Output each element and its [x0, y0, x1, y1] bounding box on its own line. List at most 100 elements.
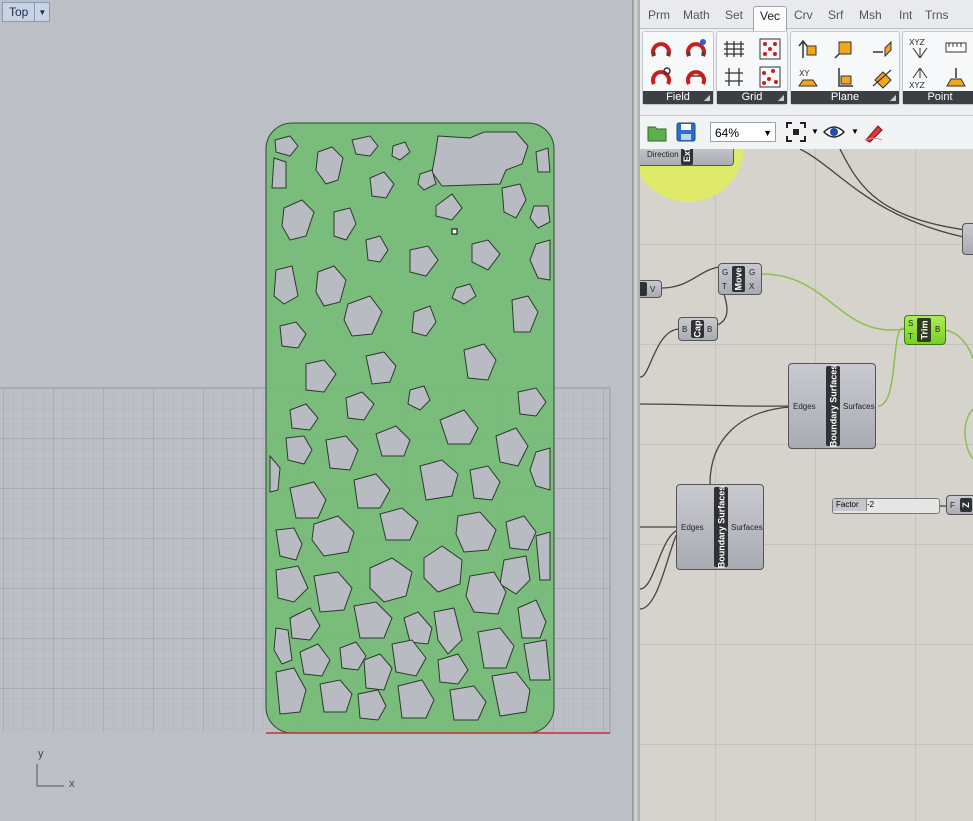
move-output-x[interactable]: X: [749, 282, 754, 291]
unit-z-core: Z: [960, 498, 972, 512]
grid-populate-2d-icon[interactable]: [757, 64, 783, 90]
move-output-g[interactable]: G: [749, 268, 755, 277]
tab-int[interactable]: Int: [899, 8, 912, 22]
grid-rectangular-icon[interactable]: [721, 64, 747, 90]
plane-construct-icon[interactable]: [831, 36, 857, 62]
ribbon-group-plane: XY Plane ◢: [790, 31, 900, 105]
move-input-t[interactable]: T: [722, 282, 727, 291]
vector-core: [640, 282, 647, 296]
factor-slider-value: -2: [867, 500, 875, 509]
tab-math[interactable]: Math: [683, 8, 710, 22]
boundary2-edges-input[interactable]: Edges: [681, 523, 704, 532]
svg-text:XYZ: XYZ: [909, 81, 925, 90]
move-component[interactable]: G T Move G X: [718, 263, 762, 295]
zoom-value: 64%: [715, 126, 740, 140]
vector-component[interactable]: V: [640, 280, 662, 298]
boundary1-core: Boundary Surfaces: [826, 364, 840, 448]
component-ribbon: Field ◢ Grid ◢ XY Plane ◢ XYZ XYZ Point: [640, 29, 973, 105]
ribbon-group-point: XYZ XYZ Point: [902, 31, 973, 105]
svg-text:XYZ: XYZ: [909, 38, 925, 47]
boundary-surfaces-component-2[interactable]: Edges Boundary Surfaces Surfaces: [676, 484, 764, 570]
viewport-menu-arrow-icon[interactable]: ▼: [34, 3, 49, 21]
axis-x-label: x: [69, 778, 75, 790]
viewport-title-label: Top: [9, 5, 29, 19]
preview-eye-icon[interactable]: [822, 120, 846, 144]
plane-normal-icon[interactable]: [869, 36, 895, 62]
plane-rotate-icon[interactable]: [869, 64, 895, 90]
cap-input-b[interactable]: B: [682, 325, 687, 334]
grid-expand-icon[interactable]: ◢: [778, 91, 784, 104]
field-spin-charge-icon[interactable]: [683, 36, 709, 62]
save-file-icon[interactable]: [674, 120, 698, 144]
point-construct-icon[interactable]: XYZ: [907, 36, 933, 62]
trim-input-s[interactable]: S: [908, 319, 913, 328]
unit-z-component[interactable]: F Z: [946, 495, 973, 515]
boundary2-core: Boundary Surfaces: [714, 485, 728, 569]
tab-msh[interactable]: Msh: [859, 8, 882, 22]
zoom-dropdown[interactable]: 64% ▼: [710, 122, 776, 142]
factor-slider-label: Factor: [833, 499, 867, 511]
field-line-charge-icon[interactable]: [648, 36, 674, 62]
tab-set[interactable]: Set: [725, 8, 743, 22]
plane-xy-icon[interactable]: [795, 36, 821, 62]
grid-populate-icon[interactable]: [757, 36, 783, 62]
ribbon-group-grid-label: Grid: [741, 91, 763, 103]
boundary-surfaces-component-1[interactable]: Edges Boundary Surfaces Surfaces: [788, 363, 876, 449]
open-file-icon[interactable]: [645, 120, 669, 144]
rhino-top-viewport[interactable]: Top ▼ y x: [0, 0, 632, 821]
ribbon-group-plane-label: Plane: [830, 91, 860, 103]
point-distance-icon[interactable]: [943, 36, 969, 62]
axis-y-label: y: [38, 748, 44, 760]
vector-output-v[interactable]: V: [650, 285, 655, 294]
move-input-g[interactable]: G: [722, 268, 728, 277]
ribbon-group-field-label: Field: [666, 91, 690, 103]
ribbon-group-grid: Grid ◢: [716, 31, 788, 105]
preview-dropdown-icon[interactable]: ▼: [851, 127, 859, 136]
tab-trns[interactable]: Trns: [925, 8, 949, 22]
factor-number-slider[interactable]: Factor -2: [832, 498, 940, 514]
zoom-extents-icon[interactable]: [784, 120, 808, 144]
cap-core: Cap: [691, 320, 704, 338]
grid-square-icon[interactable]: [721, 36, 747, 62]
tab-crv[interactable]: Crv: [794, 8, 813, 22]
cap-component[interactable]: B Cap B: [678, 317, 718, 341]
trim-input-t[interactable]: T: [908, 332, 913, 341]
trim-core: Trim: [917, 318, 931, 342]
component-tabs: Prm Math Set Vec Crv Srf Msh Int Trns: [640, 0, 973, 31]
ribbon-group-field: Field ◢: [642, 31, 714, 105]
boundary2-surfaces-output[interactable]: Surfaces: [731, 523, 763, 532]
tab-srf[interactable]: Srf: [828, 8, 843, 22]
plane-expand-icon[interactable]: ◢: [890, 91, 896, 104]
point-on-plane-icon[interactable]: [943, 64, 969, 90]
trim-component[interactable]: S T Trim B: [904, 315, 946, 345]
viewport-title[interactable]: Top ▼: [2, 2, 51, 22]
field-expand-icon[interactable]: ◢: [704, 91, 710, 104]
boundary1-surfaces-output[interactable]: Surfaces: [843, 402, 875, 411]
zoom-extents-dropdown-icon[interactable]: ▼: [811, 127, 819, 136]
boundary1-edges-input[interactable]: Edges: [793, 402, 816, 411]
panel-splitter[interactable]: [632, 0, 640, 821]
unit-z-input-f[interactable]: F: [950, 501, 955, 510]
point-deconstruct-icon[interactable]: XYZ: [907, 64, 933, 90]
cursor-marker: [451, 228, 458, 235]
trim-output-b[interactable]: B: [935, 325, 940, 334]
sketch-pen-icon[interactable]: [862, 120, 886, 144]
tab-prm[interactable]: Prm: [648, 8, 670, 22]
plane-xz-icon[interactable]: XY: [795, 64, 821, 90]
plane-origin-icon[interactable]: [831, 64, 857, 90]
extrude-component[interactable]: Direction Ext: [640, 149, 734, 166]
viewport-scene: [0, 122, 611, 787]
svg-text:XY: XY: [799, 69, 809, 78]
extrude-core: Ext: [681, 149, 693, 165]
field-vector-force-icon[interactable]: [683, 64, 709, 90]
canvas-toolbar: 64% ▼ ▼ ▼: [640, 115, 973, 150]
grasshopper-canvas[interactable]: Direction Ext V G T Move G X B Cap B S T…: [640, 149, 973, 821]
extrude-direction-input[interactable]: Direction: [647, 150, 679, 159]
cap-output-b[interactable]: B: [707, 325, 712, 334]
tab-vec[interactable]: Vec: [753, 6, 788, 31]
world-axes-icon: [36, 764, 64, 787]
offscreen-component[interactable]: [962, 223, 973, 255]
move-core: Move: [732, 266, 745, 292]
field-point-charge-icon[interactable]: [648, 64, 674, 90]
ribbon-group-point-label: Point: [927, 91, 953, 103]
